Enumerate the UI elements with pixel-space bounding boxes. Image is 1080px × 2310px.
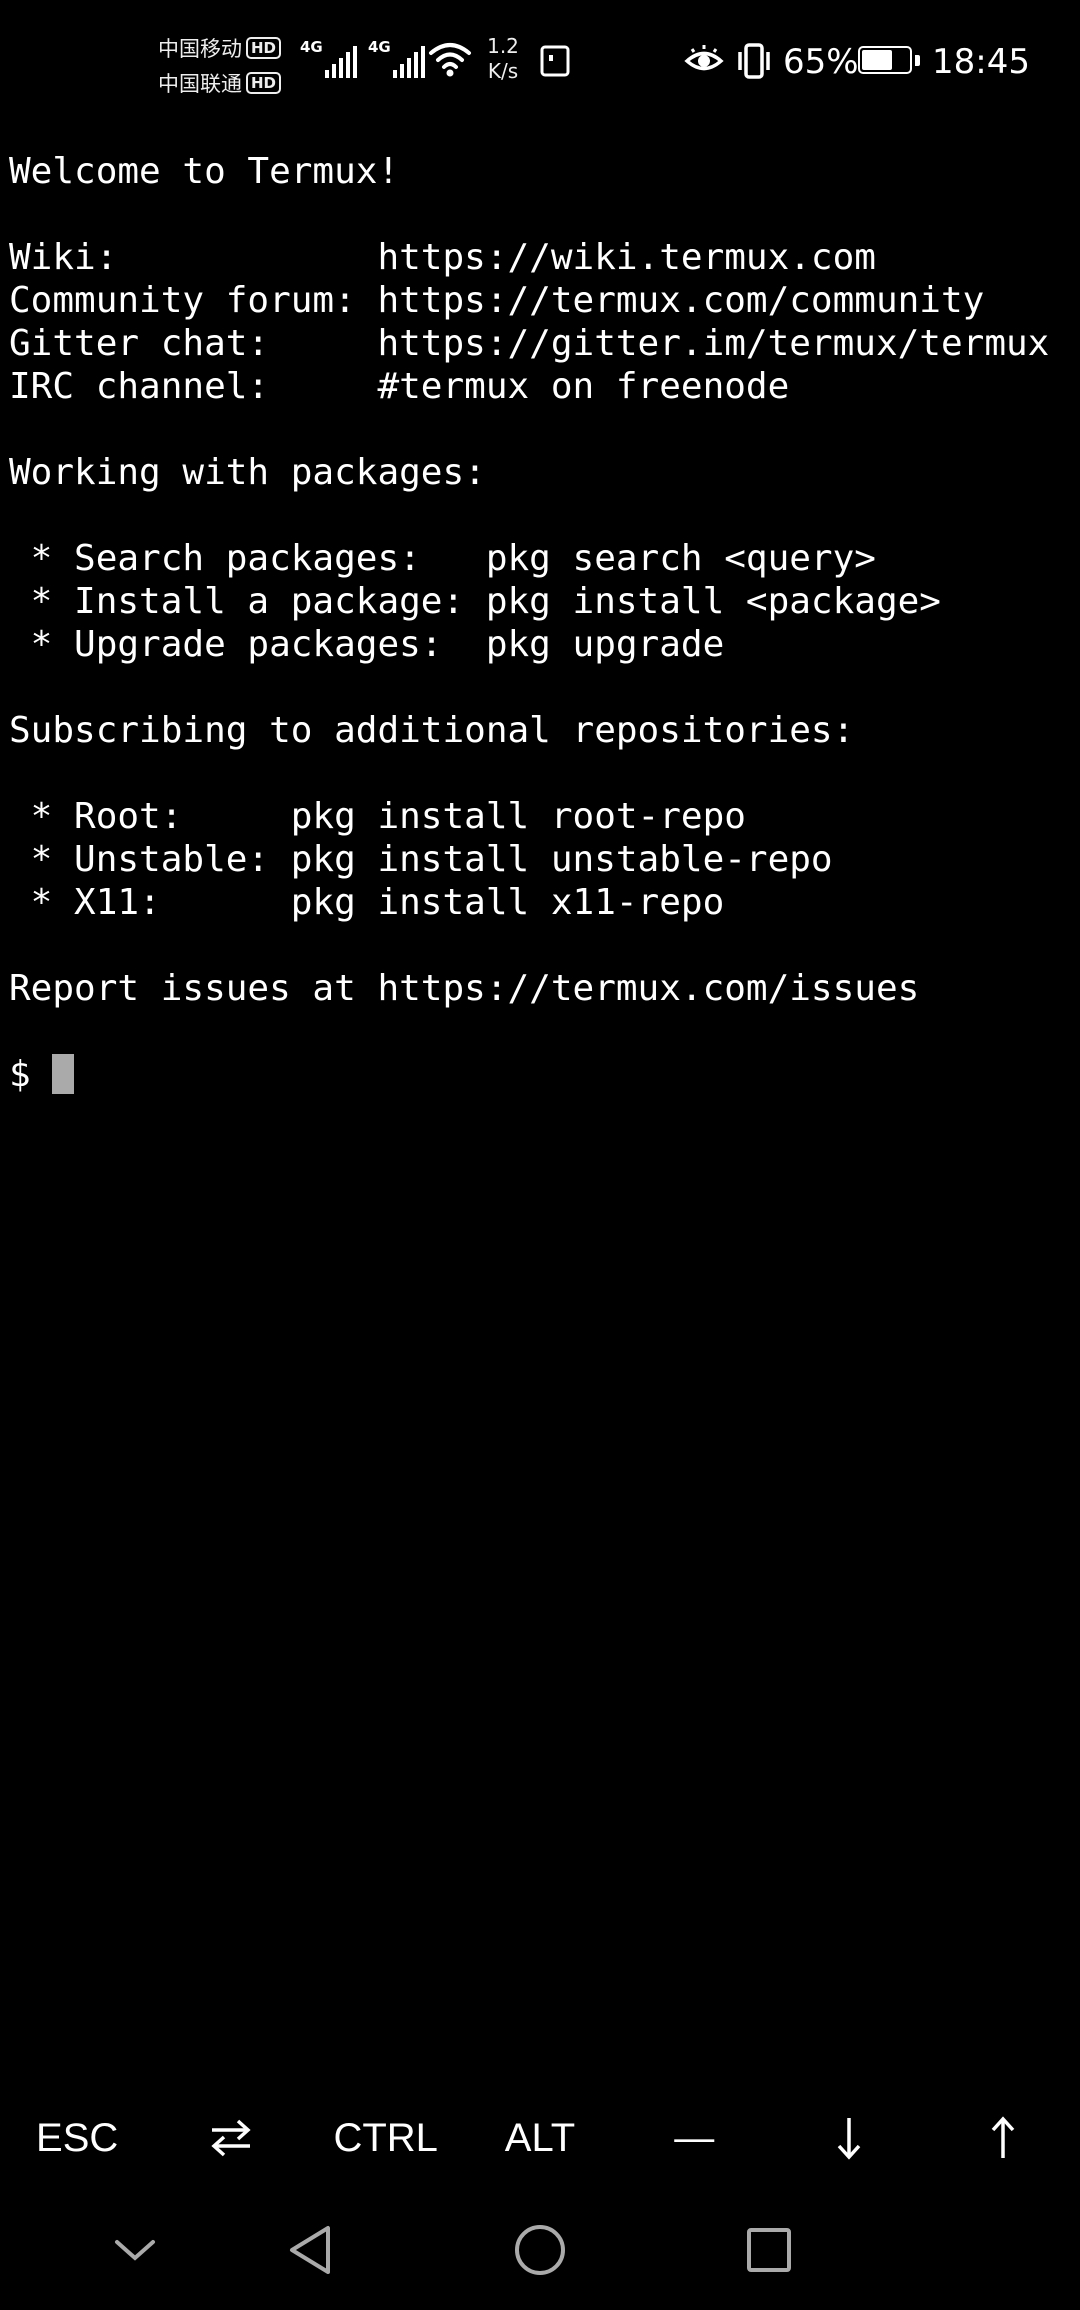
signal-strength-1: 4G: [300, 38, 357, 78]
vibrate-icon: [738, 43, 770, 79]
carrier-row-1: 中国移动 HD: [158, 30, 298, 65]
shell-prompt: $: [9, 1054, 53, 1095]
net-speed-unit: K/s: [487, 59, 519, 83]
battery-icon: [858, 46, 922, 78]
terminal-line: * Install a package: pkg install <packag…: [9, 581, 941, 622]
navigation-bar: [0, 2200, 1080, 2310]
esc-key[interactable]: ESC: [0, 2095, 154, 2181]
signal-bars-icon: [324, 44, 357, 78]
tab-key[interactable]: [154, 2095, 308, 2181]
terminal-line: IRC channel: #termux on freenode: [9, 366, 790, 407]
hd-badge-2: HD: [246, 71, 282, 94]
back-button[interactable]: [270, 2200, 350, 2300]
carrier-row-2: 中国联通 HD: [158, 65, 298, 100]
battery-level-fill: [862, 50, 892, 70]
carrier-name-2: 中国联通: [158, 71, 242, 96]
terminal-output[interactable]: Welcome to Termux! Wiki: https://wiki.te…: [9, 150, 1075, 2070]
signal-bars-icon: [392, 44, 425, 78]
status-bar: 中国移动 HD 中国联通 HD 4G 4G 1.2 K/s 65% 18:45: [0, 0, 1080, 125]
terminal-line: * Upgrade packages: pkg upgrade: [9, 624, 725, 665]
network-type-label-2: 4G: [368, 38, 391, 56]
alt-key[interactable]: ALT: [463, 2095, 617, 2181]
arrow-up-key[interactable]: [926, 2095, 1080, 2181]
dash-key[interactable]: —: [617, 2095, 771, 2181]
clock: 18:45: [932, 42, 1030, 82]
prompt-line[interactable]: $: [9, 1053, 1075, 1096]
net-speed-value: 1.2: [487, 34, 519, 58]
home-circle-icon: [515, 2225, 565, 2275]
terminal-line: * Unstable: pkg install unstable-repo: [9, 839, 833, 880]
recents-button[interactable]: [729, 2200, 809, 2300]
back-triangle-icon: [290, 2226, 330, 2274]
terminal-line: * Root: pkg install root-repo: [9, 796, 746, 837]
network-speed: 1.2 K/s: [482, 34, 524, 84]
home-button[interactable]: [500, 2200, 580, 2300]
tab-arrows-icon: [211, 2119, 252, 2157]
chevron-down-icon: [115, 2240, 155, 2261]
carrier-name-1: 中国移动: [158, 36, 242, 61]
terminal-line: Gitter chat: https://gitter.im/termux/te…: [9, 323, 1050, 364]
terminal-line: Welcome to Termux!: [9, 151, 400, 192]
signal-strength-2: 4G: [368, 38, 425, 78]
network-type-label-1: 4G: [300, 38, 323, 56]
arrow-down-key[interactable]: [771, 2095, 925, 2181]
terminal-line: Report issues at https://termux.com/issu…: [9, 968, 920, 1009]
terminal-line: Working with packages:: [9, 452, 486, 493]
recents-square-icon: [747, 2228, 791, 2272]
arrow-down-icon: [837, 2118, 860, 2160]
terminal-line: Community forum: https://termux.com/comm…: [9, 280, 985, 321]
battery-percentage: 65%: [783, 42, 859, 82]
screenshot-notification-icon: [540, 45, 570, 77]
eye-comfort-icon: [684, 45, 724, 71]
carrier-info: 中国移动 HD 中国联通 HD: [158, 30, 298, 100]
extra-keys-row: ESC CTRL ALT —: [0, 2095, 1080, 2181]
terminal-line: Wiki: https://wiki.termux.com: [9, 237, 876, 278]
ctrl-key[interactable]: CTRL: [309, 2095, 463, 2181]
terminal-line: * Search packages: pkg search <query>: [9, 538, 876, 579]
text-cursor: [52, 1054, 75, 1094]
arrow-up-icon: [991, 2116, 1015, 2158]
wifi-icon: [429, 43, 471, 77]
terminal-line: Subscribing to additional repositories:: [9, 710, 855, 751]
hd-badge-1: HD: [246, 36, 282, 59]
terminal-line: * X11: pkg install x11-repo: [9, 882, 725, 923]
hide-keyboard-button[interactable]: [100, 2200, 170, 2300]
